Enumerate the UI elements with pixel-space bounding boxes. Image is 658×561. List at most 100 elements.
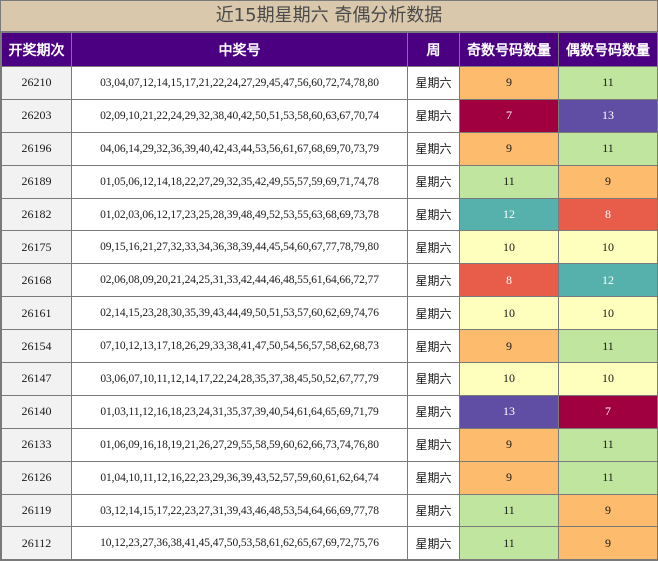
even-count-cell: 11 <box>558 329 658 364</box>
weekday-cell: 星期六 <box>407 131 460 166</box>
weekday-cell: 星期六 <box>407 460 460 495</box>
winning-numbers-cell: 04,06,14,29,32,36,39,40,42,43,44,53,56,6… <box>71 131 408 166</box>
winning-numbers-cell: 01,02,03,06,12,17,23,25,28,39,48,49,52,5… <box>71 197 408 232</box>
weekday-cell: 星期六 <box>407 263 460 298</box>
odd-count-cell: 11 <box>459 526 559 561</box>
odd-count-cell: 9 <box>459 66 559 100</box>
even-count-cell: 11 <box>558 66 658 100</box>
weekday-cell: 星期六 <box>407 362 460 396</box>
period-cell: 26168 <box>1 263 72 298</box>
analysis-panel: 近15期星期六 奇偶分析数据 开奖期次 中奖号 周 奇数号码数量 偶数号码数量 … <box>0 0 658 561</box>
period-cell: 26126 <box>1 460 72 495</box>
odd-count-cell: 8 <box>459 263 559 298</box>
weekday-cell: 星期六 <box>407 164 460 199</box>
odd-count-cell: 9 <box>459 427 559 462</box>
period-cell: 26154 <box>1 329 72 364</box>
period-cell: 26175 <box>1 230 72 265</box>
header-even-count: 偶数号码数量 <box>558 32 658 67</box>
odd-count-cell: 10 <box>459 230 559 265</box>
even-count-cell: 11 <box>558 131 658 166</box>
even-count-cell: 9 <box>558 493 658 528</box>
winning-numbers-cell: 01,05,06,12,14,18,22,27,29,32,35,42,49,5… <box>71 164 408 199</box>
winning-numbers-cell: 03,04,07,12,14,15,17,21,22,24,27,29,45,4… <box>71 66 408 100</box>
weekday-cell: 星期六 <box>407 493 460 528</box>
table-body: 26210 03,04,07,12,14,15,17,21,22,24,27,29… <box>1 66 658 561</box>
table-row: 26196 04,06,14,29,32,36,39,40,42,43,44,53… <box>1 131 658 166</box>
even-count-cell: 11 <box>558 460 658 495</box>
weekday-cell: 星期六 <box>407 230 460 265</box>
winning-numbers-cell: 03,12,14,15,17,22,23,27,31,39,43,46,48,5… <box>71 493 408 528</box>
period-cell: 26147 <box>1 362 72 396</box>
weekday-cell: 星期六 <box>407 427 460 462</box>
weekday-cell: 星期六 <box>407 329 460 364</box>
weekday-cell: 星期六 <box>407 394 460 429</box>
odd-even-table: 开奖期次 中奖号 周 奇数号码数量 偶数号码数量 26210 03,04,07,1… <box>1 32 658 561</box>
odd-count-cell: 10 <box>459 296 559 331</box>
odd-count-cell: 13 <box>459 394 559 429</box>
table-row: 26119 03,12,14,15,17,22,23,27,31,39,43,46… <box>1 493 658 528</box>
even-count-cell: 9 <box>558 164 658 199</box>
table-row: 26210 03,04,07,12,14,15,17,21,22,24,27,29… <box>1 66 658 100</box>
table-header-row: 开奖期次 中奖号 周 奇数号码数量 偶数号码数量 <box>1 32 658 67</box>
page-title: 近15期星期六 奇偶分析数据 <box>1 1 657 32</box>
weekday-cell: 星期六 <box>407 296 460 331</box>
period-cell: 26133 <box>1 427 72 462</box>
odd-count-cell: 12 <box>459 197 559 232</box>
winning-numbers-cell: 07,10,12,13,17,18,26,29,33,38,41,47,50,5… <box>71 329 408 364</box>
table-row: 26133 01,06,09,16,18,19,21,26,27,29,55,58… <box>1 427 658 462</box>
winning-numbers-cell: 03,06,07,10,11,12,14,17,22,24,28,35,37,3… <box>71 362 408 396</box>
table-row: 26161 02,14,15,23,28,30,35,39,43,44,49,50… <box>1 296 658 331</box>
table-row: 26168 02,06,08,09,20,21,24,25,31,33,42,44… <box>1 263 658 298</box>
header-odd-count: 奇数号码数量 <box>459 32 559 67</box>
winning-numbers-cell: 01,06,09,16,18,19,21,26,27,29,55,58,59,6… <box>71 427 408 462</box>
odd-count-cell: 9 <box>459 131 559 166</box>
header-numbers: 中奖号 <box>71 32 408 67</box>
odd-count-cell: 7 <box>459 98 559 133</box>
table-row: 26126 01,04,10,11,12,16,22,23,29,36,39,43… <box>1 460 658 495</box>
period-cell: 26196 <box>1 131 72 166</box>
period-cell: 26182 <box>1 197 72 232</box>
table-row: 26203 02,09,10,21,22,24,29,32,38,40,42,50… <box>1 98 658 133</box>
period-cell: 26210 <box>1 66 72 100</box>
table-row: 26112 10,12,23,27,36,38,41,45,47,50,53,58… <box>1 526 658 561</box>
winning-numbers-cell: 01,03,11,12,16,18,23,24,31,35,37,39,40,5… <box>71 394 408 429</box>
even-count-cell: 12 <box>558 263 658 298</box>
odd-count-cell: 9 <box>459 329 559 364</box>
period-cell: 26161 <box>1 296 72 331</box>
header-week: 周 <box>407 32 460 67</box>
winning-numbers-cell: 10,12,23,27,36,38,41,45,47,50,53,58,61,6… <box>71 526 408 561</box>
even-count-cell: 10 <box>558 362 658 396</box>
period-cell: 26112 <box>1 526 72 561</box>
even-count-cell: 13 <box>558 98 658 133</box>
header-period: 开奖期次 <box>1 32 72 67</box>
winning-numbers-cell: 02,09,10,21,22,24,29,32,38,40,42,50,51,5… <box>71 98 408 133</box>
winning-numbers-cell: 02,14,15,23,28,30,35,39,43,44,49,50,51,5… <box>71 296 408 331</box>
table-row: 26154 07,10,12,13,17,18,26,29,33,38,41,47… <box>1 329 658 364</box>
winning-numbers-cell: 09,15,16,21,27,32,33,34,36,38,39,44,45,5… <box>71 230 408 265</box>
weekday-cell: 星期六 <box>407 98 460 133</box>
even-count-cell: 10 <box>558 296 658 331</box>
even-count-cell: 9 <box>558 526 658 561</box>
table-row: 26182 01,02,03,06,12,17,23,25,28,39,48,49… <box>1 197 658 232</box>
period-cell: 26189 <box>1 164 72 199</box>
odd-count-cell: 10 <box>459 362 559 396</box>
odd-count-cell: 11 <box>459 493 559 528</box>
even-count-cell: 8 <box>558 197 658 232</box>
table-row: 26140 01,03,11,12,16,18,23,24,31,35,37,39… <box>1 394 658 429</box>
weekday-cell: 星期六 <box>407 66 460 100</box>
table-row: 26189 01,05,06,12,14,18,22,27,29,32,35,42… <box>1 164 658 199</box>
weekday-cell: 星期六 <box>407 526 460 561</box>
even-count-cell: 11 <box>558 427 658 462</box>
even-count-cell: 10 <box>558 230 658 265</box>
period-cell: 26203 <box>1 98 72 133</box>
even-count-cell: 7 <box>558 394 658 429</box>
period-cell: 26119 <box>1 493 72 528</box>
table-row: 26175 09,15,16,21,27,32,33,34,36,38,39,44… <box>1 230 658 265</box>
odd-count-cell: 9 <box>459 460 559 495</box>
table-row: 26147 03,06,07,10,11,12,14,17,22,24,28,35… <box>1 362 658 396</box>
odd-count-cell: 11 <box>459 164 559 199</box>
weekday-cell: 星期六 <box>407 197 460 232</box>
winning-numbers-cell: 02,06,08,09,20,21,24,25,31,33,42,44,46,4… <box>71 263 408 298</box>
period-cell: 26140 <box>1 394 72 429</box>
winning-numbers-cell: 01,04,10,11,12,16,22,23,29,36,39,43,52,5… <box>71 460 408 495</box>
